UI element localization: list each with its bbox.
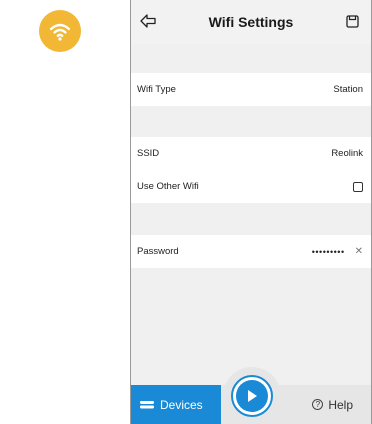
clear-icon[interactable]: ✕: [355, 246, 363, 257]
help-icon: ?: [312, 399, 324, 410]
phone-screen: Wifi Settings Wifi Type Station SSID Reo…: [130, 0, 372, 424]
wifi-icon: [49, 23, 71, 41]
back-button[interactable]: [137, 10, 159, 32]
ssid-value: Reolink: [331, 148, 363, 159]
tab-devices-label: Devices: [160, 397, 203, 412]
password-label: Password: [137, 246, 179, 257]
page-title: Wifi Settings: [208, 14, 294, 30]
play-icon: [248, 390, 257, 402]
devices-icon: [140, 400, 154, 408]
play-button-inner: [236, 380, 268, 412]
header-bar: Wifi Settings: [131, 0, 371, 44]
tab-devices[interactable]: Devices: [131, 385, 226, 424]
use-other-wifi-checkbox[interactable]: [353, 181, 363, 192]
wifi-type-label: Wifi Type: [137, 84, 176, 95]
ssid-row[interactable]: SSID Reolink: [131, 137, 371, 170]
use-other-wifi-label: Use Other Wifi: [137, 181, 199, 192]
wifi-badge: [39, 10, 81, 52]
wifi-type-row[interactable]: Wifi Type Station: [131, 73, 371, 106]
play-button[interactable]: [231, 375, 273, 417]
save-button[interactable]: [341, 10, 363, 32]
ssid-label: SSID: [137, 148, 160, 159]
password-row[interactable]: Password ••••••••• ✕: [131, 235, 371, 268]
password-field[interactable]: •••••••••: [312, 247, 345, 257]
tab-help-label: Help: [328, 397, 353, 412]
save-icon: [345, 14, 359, 28]
use-other-wifi-row[interactable]: Use Other Wifi: [131, 170, 371, 203]
wifi-type-value: Station: [333, 84, 363, 95]
back-arrow-icon: [140, 14, 156, 28]
